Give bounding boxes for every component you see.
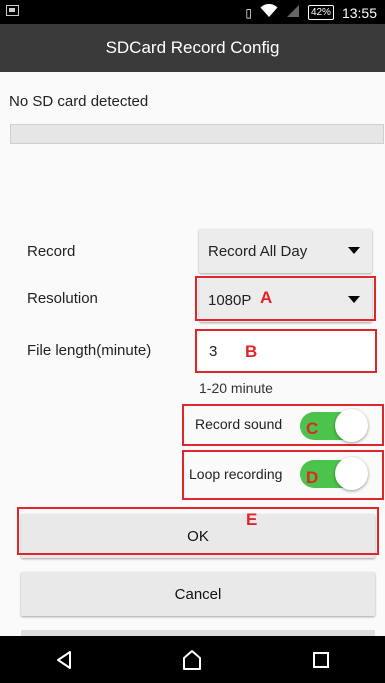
annotation-label-d: D — [306, 468, 319, 487]
sd-progress-bar — [10, 124, 384, 144]
annotation-label-b: B — [245, 342, 258, 361]
back-icon[interactable] — [44, 640, 84, 680]
annotation-box-e — [17, 507, 379, 555]
cancel-button[interactable]: Cancel — [21, 572, 375, 616]
status-bar: ▯ 42% 13:55 — [0, 0, 385, 24]
annotation-label-a: A — [260, 288, 273, 307]
vibrate-icon: ▯ — [245, 5, 252, 20]
annotation-box-b — [195, 329, 377, 373]
file-length-hint: 1-20 minute — [199, 380, 273, 396]
page-title: SDCard Record Config — [105, 38, 280, 57]
record-sound-label: Record sound — [195, 416, 283, 432]
battery-icon: 42% — [307, 5, 334, 20]
annotation-label-e: E — [246, 510, 258, 529]
record-dropdown-value: Record All Day — [208, 242, 308, 260]
wifi-icon — [260, 3, 278, 21]
annotation-box-a — [195, 276, 376, 321]
clock: 13:55 — [341, 4, 377, 21]
resolution-label: Resolution — [27, 290, 98, 307]
record-dropdown[interactable]: Record All Day — [199, 229, 372, 273]
chevron-down-icon — [348, 247, 360, 254]
sd-status-message: No SD card detected — [9, 93, 149, 110]
annotation-label-c: C — [306, 419, 319, 438]
loop-recording-label: Loop recording — [189, 466, 283, 482]
cancel-button-label: Cancel — [174, 585, 222, 603]
toggle-knob — [335, 409, 368, 442]
title-bar: SDCard Record Config — [0, 24, 385, 72]
recents-icon[interactable] — [301, 640, 341, 680]
sim-icon — [6, 5, 19, 16]
signal-icon — [286, 4, 300, 21]
file-length-label: File length(minute) — [27, 342, 152, 359]
record-label: Record — [27, 243, 76, 260]
navigation-bar — [0, 636, 385, 683]
toggle-knob — [335, 457, 368, 490]
home-icon[interactable] — [172, 640, 212, 680]
